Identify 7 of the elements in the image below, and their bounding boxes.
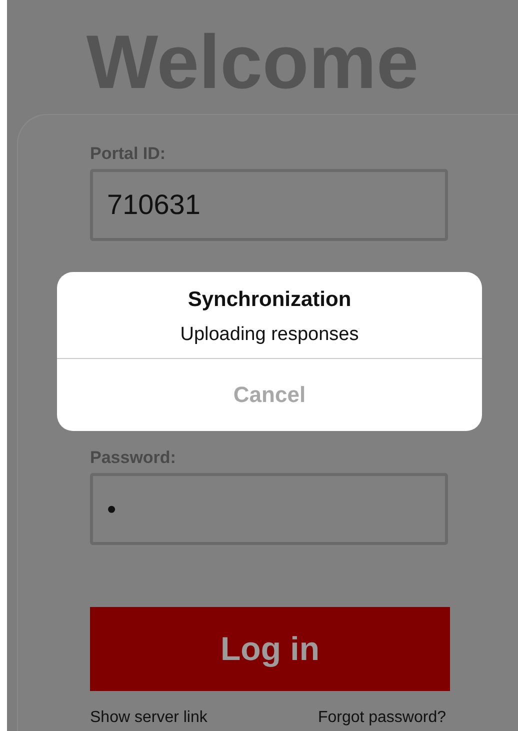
dialog-message: Uploading responses xyxy=(180,324,359,346)
dialog-title: Synchronization xyxy=(188,288,352,312)
forgot-password-link[interactable]: Forgot password? xyxy=(318,709,446,727)
password-field[interactable]: • xyxy=(90,473,448,545)
show-server-link[interactable]: Show server link xyxy=(90,709,208,727)
login-button[interactable]: Log in xyxy=(90,607,450,691)
portal-id-field[interactable]: 710631 xyxy=(90,169,448,241)
